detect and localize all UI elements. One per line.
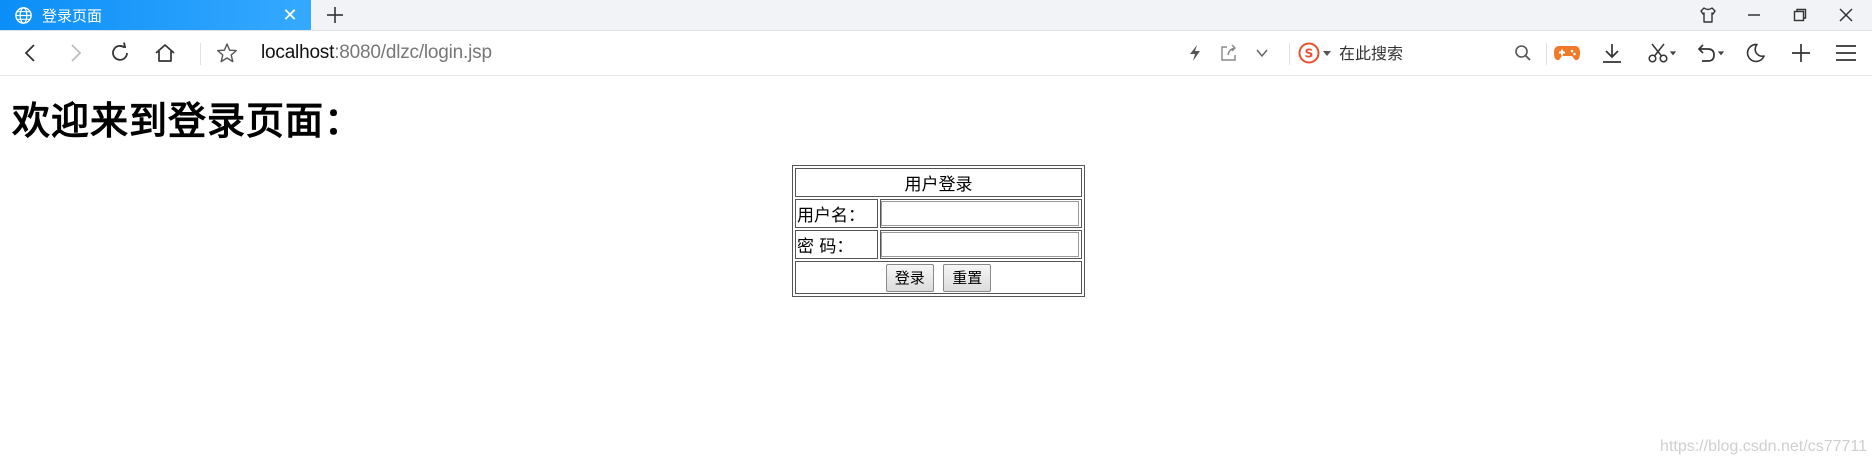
username-cell (880, 199, 1082, 228)
url-path: :8080/dlzc/login.jsp (334, 42, 492, 63)
caret-down-icon (1323, 51, 1331, 56)
reload-button[interactable] (105, 38, 135, 68)
close-icon (1839, 8, 1853, 22)
plus-icon (327, 7, 343, 23)
globe-icon (15, 6, 32, 24)
download-icon (1603, 44, 1621, 63)
menu-button[interactable] (1831, 38, 1861, 68)
svg-text:S: S (1305, 47, 1314, 61)
tab-title: 登录页面 (42, 6, 103, 25)
undo-close-button[interactable] (1690, 38, 1730, 68)
home-button[interactable] (150, 38, 180, 68)
search-button[interactable] (1508, 38, 1538, 68)
scissors-icon (1648, 43, 1668, 63)
screenshot-button[interactable] (1642, 38, 1682, 68)
close-window-button[interactable] (1823, 0, 1869, 30)
password-cell (880, 230, 1082, 259)
home-icon (155, 44, 175, 62)
restore-button[interactable] (1777, 0, 1823, 30)
forward-button[interactable] (60, 38, 90, 68)
login-form-caption: 用户登录 (795, 168, 1082, 197)
search-input[interactable] (1339, 40, 1499, 66)
active-tab[interactable]: 登录页面 ✕ (0, 0, 311, 30)
minimize-icon (1748, 14, 1760, 16)
browser-toolbar: localhost:8080/dlzc/login.jsp S (0, 31, 1872, 76)
moon-icon (1746, 43, 1765, 63)
tab-strip: 登录页面 ✕ (0, 0, 1872, 31)
reload-icon (112, 42, 128, 61)
skin-button[interactable] (1685, 0, 1731, 30)
game-center-button[interactable] (1552, 38, 1582, 68)
password-label: 密 码： (795, 230, 878, 259)
back-icon (24, 44, 35, 62)
share-icon (1221, 44, 1236, 61)
back-button[interactable] (16, 38, 46, 68)
star-icon (217, 43, 237, 63)
plus-icon (1792, 44, 1810, 62)
night-mode-button[interactable] (1740, 38, 1770, 68)
chevron-down-icon (1256, 49, 1268, 58)
restore-icon (1793, 8, 1807, 22)
caret-down-icon (1717, 51, 1725, 56)
watermark: https://blog.csdn.net/cs77711 (1660, 438, 1867, 455)
undo-icon (1697, 44, 1715, 62)
username-label: 用户名： (795, 199, 878, 228)
gamepad-icon (1554, 46, 1580, 61)
url-host: localhost (261, 42, 335, 63)
search-engine-selector[interactable]: S (1298, 41, 1332, 65)
login-button[interactable]: 登录 (885, 263, 934, 292)
sogou-icon: S (1298, 42, 1320, 64)
url-dropdown-button[interactable] (1247, 38, 1277, 68)
minimize-button[interactable] (1731, 0, 1777, 30)
new-tab-button[interactable] (320, 0, 350, 30)
caret-down-icon (1669, 51, 1677, 56)
form-actions: 登录 重置 (795, 261, 1082, 294)
share-button[interactable] (1214, 38, 1244, 68)
password-field[interactable] (881, 232, 1079, 257)
skin-icon (1700, 7, 1716, 23)
reset-button[interactable]: 重置 (943, 263, 992, 292)
address-bar[interactable]: localhost:8080/dlzc/login.jsp (261, 41, 492, 65)
forward-icon (71, 44, 82, 62)
tab-close-icon[interactable]: ✕ (275, 5, 305, 26)
page-heading: 欢迎来到登录页面： (12, 99, 364, 143)
hamburger-menu-icon (1836, 45, 1856, 61)
lightning-icon (1190, 45, 1200, 61)
fast-mode-button[interactable] (1180, 38, 1210, 68)
search-icon (1515, 45, 1531, 61)
login-form-table: 用户登录 用户名： 密 码： 登录 重置 (792, 165, 1085, 297)
download-button[interactable] (1597, 38, 1627, 68)
username-field[interactable] (881, 201, 1079, 226)
bookmark-button[interactable] (212, 38, 242, 68)
add-button[interactable] (1786, 38, 1816, 68)
